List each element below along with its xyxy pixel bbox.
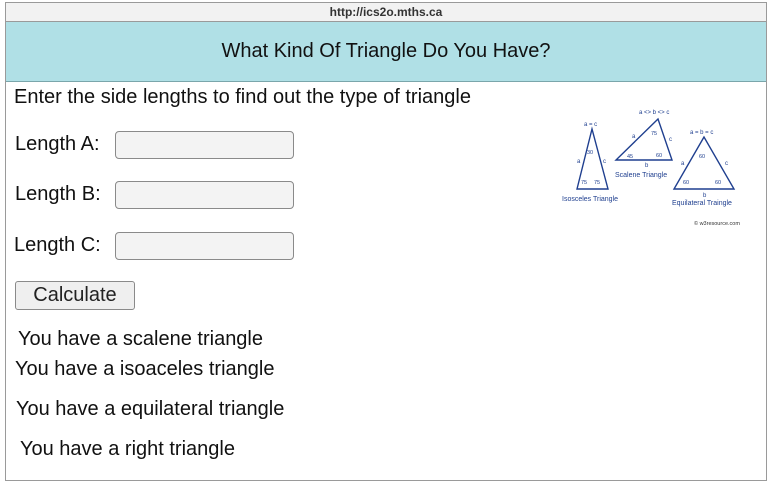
length-c-input[interactable] — [115, 232, 294, 260]
scalene-left-angle: 45 — [627, 154, 633, 160]
equilateral-top-angle: 60 — [699, 154, 705, 160]
scalene-formula: a <> b <> c — [639, 110, 669, 116]
intro-text: Enter the side lengths to find out the t… — [14, 86, 471, 108]
result-scalene: You have a scalene triangle — [18, 328, 263, 350]
isosceles-top-angle: 30 — [587, 150, 593, 156]
isosceles-side-a: a — [577, 159, 581, 165]
isosceles-right-angle: 75 — [594, 180, 600, 186]
diagram-credit: © w3resource.com — [694, 220, 740, 227]
scalene-triangle-icon — [614, 117, 673, 161]
result-isosceles: You have a isoaceles triangle — [15, 358, 275, 380]
isosceles-side-c: c — [603, 159, 606, 165]
equilateral-right-angle: 60 — [715, 180, 721, 186]
equilateral-left-angle: 60 — [683, 180, 689, 186]
length-a-input[interactable] — [115, 131, 294, 159]
equilateral-caption: Equilateral Traingle — [672, 200, 732, 207]
length-a-label: Length A: — [15, 133, 100, 155]
scalene-caption: Scalene Triangle — [615, 172, 667, 179]
scalene-triangle-figure: a <> b <> c 75 45 60 a b c Scalene Trian… — [614, 110, 673, 179]
equilateral-side-b: b — [703, 193, 707, 199]
isosceles-caption: Isosceles Triangle — [562, 196, 618, 203]
scalene-side-c: c — [669, 137, 672, 143]
isosceles-formula: a = c — [584, 122, 597, 128]
equilateral-side-c: c — [725, 161, 728, 167]
scalene-side-b: b — [645, 163, 649, 169]
result-equilateral: You have a equilateral triangle — [16, 398, 285, 420]
scalene-side-a: a — [632, 134, 636, 140]
isosceles-left-angle: 75 — [581, 180, 587, 186]
result-right: You have a right triangle — [20, 438, 235, 460]
scalene-right-angle: 60 — [656, 153, 662, 159]
length-b-input[interactable] — [115, 181, 294, 209]
isosceles-triangle-figure: a = c 30 75 75 a c Isosceles Triangle — [562, 122, 618, 203]
length-b-label: Length B: — [15, 183, 101, 205]
length-c-label: Length C: — [14, 234, 101, 256]
scalene-top-angle: 75 — [651, 131, 657, 137]
equilateral-side-a: a — [681, 161, 685, 167]
equilateral-triangle-figure: a = b = c 60 60 60 a b c Equilateral Tra… — [672, 130, 736, 207]
triangle-types-diagram: a = c 30 75 75 a c Isosceles Triangle a … — [562, 110, 740, 227]
url-bar: http://ics2o.mths.ca — [6, 3, 766, 22]
calculate-button[interactable]: Calculate — [15, 281, 135, 310]
page-title: What Kind Of Triangle Do You Have? — [6, 22, 766, 82]
equilateral-formula: a = b = c — [690, 130, 713, 136]
